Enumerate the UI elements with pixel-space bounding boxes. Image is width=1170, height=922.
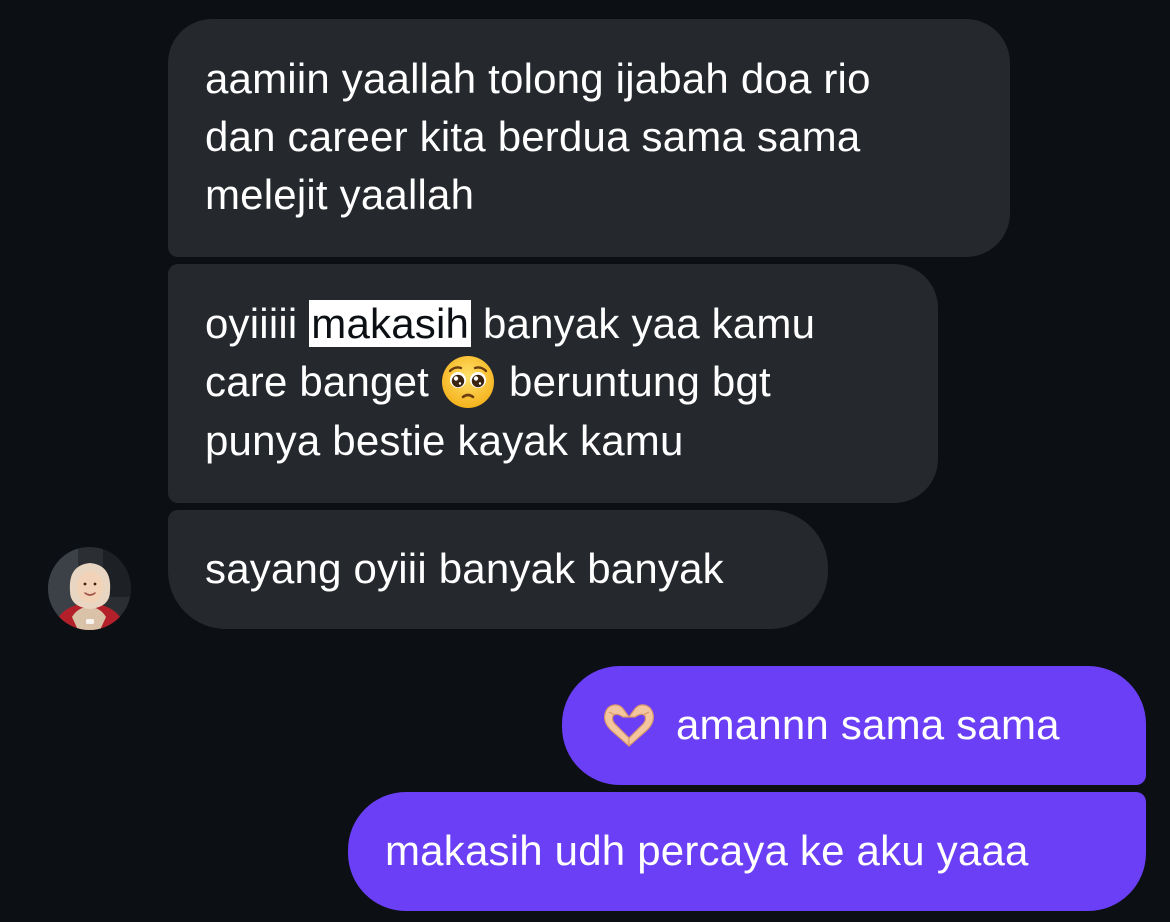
message-text: care banget: [205, 358, 430, 405]
received-message-bubble[interactable]: sayang oyiii banyak banyak: [168, 510, 828, 629]
contact-avatar-photo-icon: [48, 547, 131, 630]
message-text-line: oyiiiii makasih banyak yaa kamu: [205, 295, 938, 353]
pleading-face-emoji-icon: [442, 355, 495, 408]
message-text: banyak yaa kamu: [471, 300, 816, 347]
message-text-line: dan career kita berdua sama sama: [205, 113, 861, 160]
message-text: oyiiiii: [205, 300, 310, 347]
selected-text-highlight[interactable]: makasih: [309, 300, 472, 347]
heart-hands-emoji-icon: [604, 704, 654, 747]
message-text: beruntung bgt: [509, 358, 771, 405]
contact-avatar[interactable]: [48, 547, 131, 630]
message-text-line: makasih udh percaya ke aku yaaa: [385, 827, 1029, 874]
message-text: amannn sama sama: [676, 701, 1060, 748]
message-text-line: sayang oyiii banyak banyak: [205, 545, 724, 592]
message-text-line: care banget beruntung bgt: [205, 353, 938, 412]
message-text-line: melejit yaallah: [205, 171, 475, 218]
received-message-bubble[interactable]: aamiin yaallah tolong ijabah doa rio dan…: [168, 19, 1010, 257]
sent-message-bubble[interactable]: amannn sama sama: [562, 666, 1146, 785]
received-message-bubble[interactable]: oyiiiii makasih banyak yaa kamu care ban…: [168, 264, 938, 503]
message-text-line: punya bestie kayak kamu: [205, 416, 684, 464]
sent-message-bubble[interactable]: makasih udh percaya ke aku yaaa: [348, 792, 1146, 911]
message-text-line: aamiin yaallah tolong ijabah doa rio: [205, 55, 871, 102]
